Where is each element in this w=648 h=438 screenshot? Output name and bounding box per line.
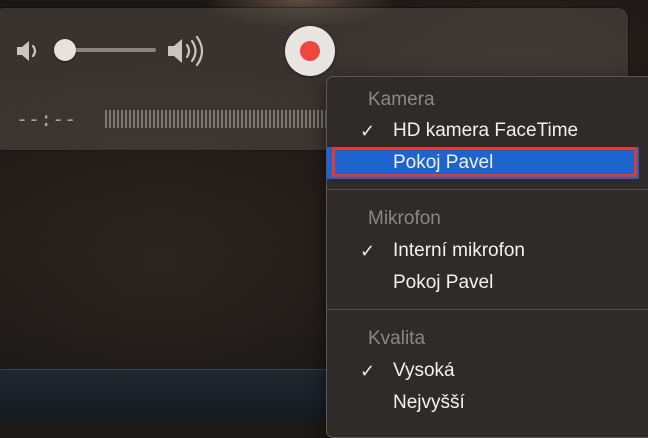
audio-level-meter [105, 110, 330, 128]
options-dropdown-menu: Kamera ✓ HD kamera FaceTime Pokoj Pavel … [326, 76, 648, 438]
section-header-kamera: Kamera [368, 89, 435, 110]
menu-item-mic-pokoj-pavel[interactable]: Pokoj Pavel [327, 267, 639, 299]
menu-item-camera-facetime[interactable]: ✓ HD kamera FaceTime [327, 115, 639, 147]
menu-item-label: Pokoj Pavel [393, 272, 494, 293]
menu-item-mic-interni[interactable]: ✓ Interní mikrofon [327, 235, 639, 267]
menu-item-label: Vysoká [393, 360, 455, 381]
menu-separator [327, 309, 648, 310]
record-button[interactable] [285, 26, 335, 76]
volume-low-icon[interactable] [15, 38, 43, 64]
menu-item-quality-nejvyssi[interactable]: Nejvyšší [327, 387, 639, 419]
menu-separator [327, 189, 648, 190]
menu-item-quality-vysoka[interactable]: ✓ Vysoká [327, 355, 639, 387]
checkmark-icon: ✓ [360, 241, 376, 261]
volume-slider-knob[interactable] [54, 39, 76, 61]
recording-time: --:-- [16, 107, 77, 131]
menu-item-label: Pokoj Pavel [393, 152, 494, 173]
record-icon [300, 41, 320, 61]
menu-item-camera-pokoj-pavel[interactable]: Pokoj Pavel [327, 147, 639, 179]
checkmark-icon: ✓ [360, 121, 376, 141]
volume-high-icon[interactable] [166, 34, 212, 68]
checkmark-icon: ✓ [360, 361, 376, 381]
section-header-mikrofon: Mikrofon [368, 208, 441, 229]
section-header-kvalita: Kvalita [368, 328, 426, 349]
menu-item-label: Nejvyšší [393, 392, 465, 413]
menu-item-label: HD kamera FaceTime [393, 120, 579, 141]
menu-item-label: Interní mikrofon [393, 240, 525, 261]
